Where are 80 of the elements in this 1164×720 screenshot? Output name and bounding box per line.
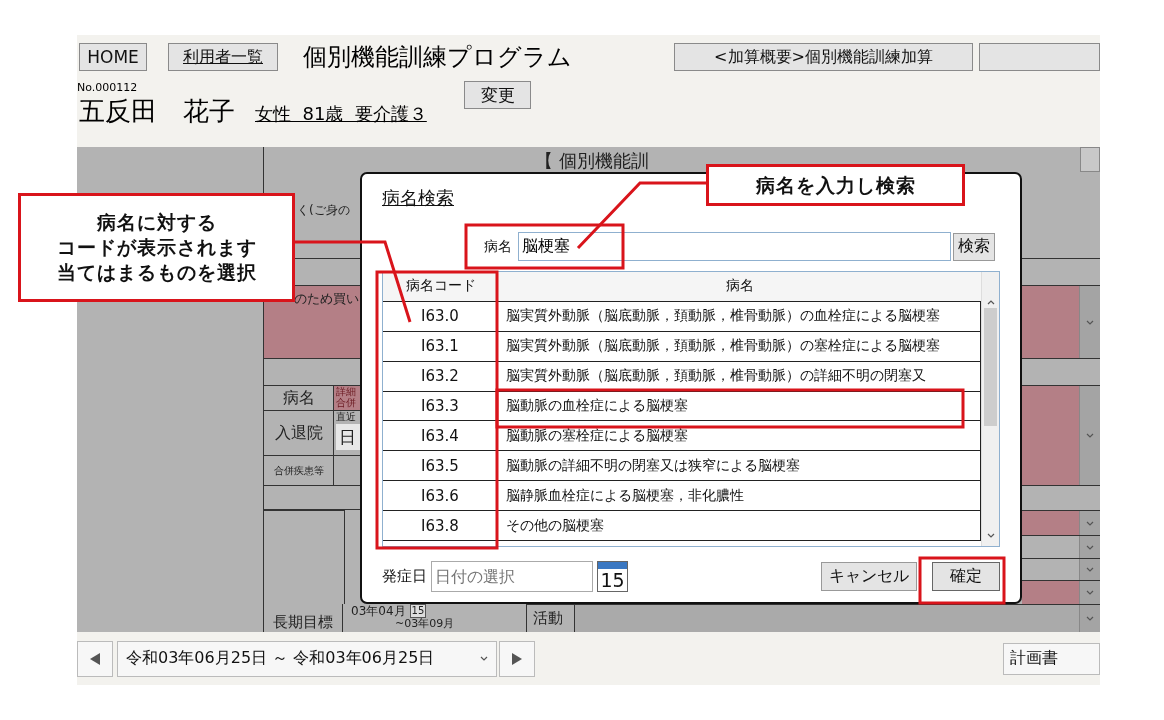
form-field	[1022, 511, 1079, 535]
dialog-title: 病名検索	[382, 186, 454, 210]
home-button[interactable]: HOME	[79, 43, 147, 71]
table-row[interactable]: I63.4 脳動脈の塞栓症による脳梗塞	[383, 420, 982, 451]
left-triangle-icon	[89, 651, 101, 666]
table-row[interactable]: I63.2 脳実質外動脈（脳底動脈，頚動脈，椎骨動脈）の詳細不明の閉塞又	[383, 360, 982, 391]
field-label: 合併疾患等	[264, 456, 334, 485]
callout-text: 当てはまるものを選択	[56, 259, 257, 285]
dropdown-button[interactable]	[1079, 286, 1100, 358]
calendar-button[interactable]: 15	[597, 561, 628, 592]
confirm-button[interactable]: 確定	[932, 562, 1000, 591]
chevron-down-icon	[1086, 616, 1094, 621]
dropdown-button[interactable]	[1079, 581, 1100, 604]
chevron-down-icon	[480, 656, 488, 661]
field-label: 発症日	[382, 567, 427, 586]
date-range-dropdown[interactable]: 令和03年06月25日 ～ 令和03年06月25日	[117, 640, 497, 677]
table-cell: I63.2	[383, 361, 498, 391]
form-note: 詳細	[336, 386, 357, 397]
right-triangle-icon	[511, 651, 523, 666]
search-field[interactable]: 脳梗塞	[518, 232, 951, 261]
table-row[interactable]: I63.8 その他の脳梗塞	[383, 510, 982, 540]
user-list-button[interactable]: 利用者一覧	[168, 43, 278, 71]
table-row[interactable]: I63.0 脳実質外動脈（脳底動脈，頚動脈，椎骨動脈）の血栓症による脳梗塞	[383, 300, 982, 331]
scrollbar-thumb[interactable]	[984, 308, 997, 426]
table-cell: I63.5	[383, 451, 498, 481]
plan-button[interactable]: 計画書	[1003, 642, 1100, 675]
scrollbar[interactable]	[981, 272, 999, 546]
next-button[interactable]	[499, 640, 535, 677]
form-heading: 【 個別機能訓	[535, 150, 649, 171]
callout-text: 病名を入力し検索	[755, 172, 916, 198]
dropdown-button[interactable]	[1079, 559, 1100, 580]
cancel-button[interactable]: キャンセル	[821, 562, 917, 591]
date-text: 03年04月	[351, 604, 406, 618]
chevron-down-icon	[1086, 567, 1094, 572]
field-label: 入退院	[264, 411, 334, 455]
table-cell: I63.1	[383, 331, 498, 361]
date-text: ~03年09月	[394, 618, 455, 630]
dropdown-button[interactable]	[1079, 386, 1100, 485]
chevron-down-icon	[986, 533, 995, 538]
user-number: No.000112	[77, 81, 139, 94]
column-header[interactable]: 病名コード	[383, 272, 498, 301]
dropdown-button[interactable]	[1079, 536, 1100, 558]
chevron-up-icon	[986, 300, 995, 305]
field-label: 病名	[484, 237, 512, 256]
page-title: 個別機能訓練プログラム	[303, 42, 573, 73]
table-row[interactable]: I63.6 脳静脈血栓症による脳梗塞，非化膿性	[383, 480, 982, 511]
search-button[interactable]: 検索	[953, 232, 995, 261]
column-header[interactable]: 病名	[498, 272, 982, 301]
calendar-button[interactable]: 15	[409, 604, 427, 618]
previous-button[interactable]	[77, 640, 113, 677]
form-note: 合併	[336, 397, 357, 408]
table-row[interactable]: I63.5 脳動脈の詳細不明の閉塞又は狭窄による脳梗塞	[383, 450, 982, 481]
table-cell: I63.8	[383, 511, 498, 540]
form-field	[1022, 581, 1079, 604]
dropdown-field[interactable]	[575, 604, 1100, 632]
user-name: 五反田 花子	[79, 95, 235, 128]
table-row[interactable]: I63.1 脳実質外動脈（脳底動脈，頚動脈，椎骨動脈）の塞栓症による脳梗塞	[383, 330, 982, 361]
table-cell: I63.6	[383, 481, 498, 511]
table-cell: I63.4	[383, 421, 498, 451]
date-field[interactable]: 日	[336, 424, 360, 450]
user-info-link[interactable]: 女性 81歳 要介護３	[255, 102, 427, 126]
chevron-down-icon	[1086, 520, 1094, 526]
table-cell: I63.0	[383, 301, 498, 331]
chevron-down-icon	[1086, 590, 1094, 595]
callout-text: 病名に対する	[96, 210, 217, 236]
form-field	[1022, 286, 1079, 358]
table-cell: I63.3	[383, 391, 498, 421]
blank-button[interactable]	[979, 43, 1100, 71]
form-text: のため買い	[294, 291, 359, 306]
side-button[interactable]	[1080, 147, 1100, 172]
callout-text: コードが表示されます	[56, 235, 257, 260]
chevron-down-icon	[1086, 319, 1094, 325]
form-note: 直近	[336, 411, 357, 422]
form-text: く(ご身の	[297, 203, 350, 217]
summary-button[interactable]: <加算概要>個別機能訓練加算	[674, 43, 973, 71]
chevron-down-icon	[1086, 544, 1094, 550]
dropdown-button[interactable]	[1079, 511, 1100, 535]
chevron-down-icon	[1086, 433, 1094, 438]
date-field[interactable]: 日付の選択	[431, 561, 593, 592]
change-button[interactable]: 変更	[464, 81, 531, 109]
